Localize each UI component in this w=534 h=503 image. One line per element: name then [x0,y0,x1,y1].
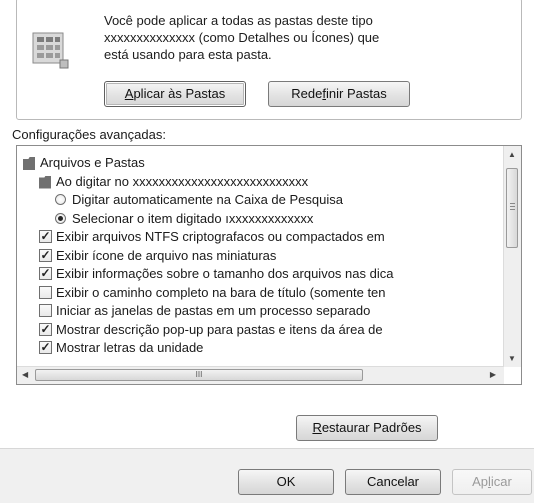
advanced-setting-label: Exibir ícone de arquivo nas miniaturas [56,247,277,263]
cancel-button[interactable]: Cancelar [345,469,441,495]
horizontal-scroll-thumb[interactable]: III [35,369,363,381]
scroll-up-arrow-icon[interactable]: ▲ [508,150,516,159]
advanced-setting-label: Digitar automaticamente na Caixa de Pesq… [72,192,343,207]
reset-folders-button[interactable]: Redefinir Pastas [268,81,410,107]
horizontal-scrollbar[interactable]: ◀ III ▶ [17,366,504,384]
advanced-setting-label: Selecionar o item digitado ıxxxxxxxxxxxx… [72,210,314,226]
ok-button[interactable]: OK [238,469,334,495]
folder-icon [23,157,35,170]
advanced-setting-item[interactable]: Iniciar as janelas de pastas em um proce… [17,302,503,320]
advanced-setting-label: Iniciar as janelas de pastas em um proce… [56,303,371,318]
apply-button[interactable]: Aplicar [452,469,532,495]
advanced-setting-label: Arquivos e Pastas [40,155,145,170]
description-line: está usando para esta pasta. [104,47,272,62]
advanced-setting-item: Ao digitar no xxxxxxxxxxxxxxxxxxxxxxxxxx… [17,173,503,191]
advanced-setting-item[interactable]: ✓ Exibir informações sobre o tamanho dos … [17,265,503,283]
advanced-setting-item[interactable]: ✓ Mostrar letras da unidade [17,339,503,357]
advanced-setting-item[interactable]: Selecionar o item digitado ıxxxxxxxxxxxx… [17,210,503,228]
folder-view-icon [32,32,69,69]
advanced-setting-item: Arquivos e Pastas [17,154,503,172]
scroll-down-arrow-icon[interactable]: ▼ [508,354,516,363]
scroll-left-arrow-icon[interactable]: ◀ [22,370,28,379]
checkbox[interactable] [39,304,52,317]
scroll-right-arrow-icon[interactable]: ▶ [490,370,496,379]
checkbox[interactable]: ✓ [39,322,52,336]
advanced-setting-item[interactable]: ✓ Exibir arquivos NTFS criptografacos ou … [17,228,503,246]
advanced-settings-list[interactable]: Arquivos e Pastas Ao digitar no xxxxxxxxx… [16,145,522,385]
advanced-setting-label: Exibir informações sobre o tamanho dos a… [56,266,394,281]
advanced-settings-label: Configurações avançadas: [12,127,166,142]
advanced-setting-label: Mostrar descrição pop-up para pastas e i… [56,321,383,337]
advanced-setting-item[interactable]: Digitar automaticamente na Caixa de Pesq… [17,191,503,209]
checkbox[interactable]: ✓ [39,230,52,243]
vertical-scrollbar[interactable]: ▲ ▼ [503,146,521,367]
restore-defaults-button[interactable]: Restaurar Padrões [296,415,438,441]
advanced-setting-item[interactable]: Exibir o caminho completo na bara de tít… [17,284,503,302]
checkbox[interactable] [39,285,52,299]
advanced-setting-item[interactable]: ✓ Mostrar descrição pop-up para pastas e … [17,321,503,339]
checkbox[interactable]: ✓ [39,267,52,280]
apply-to-folders-button[interactable]: Aplicar às Pastas [104,81,246,107]
advanced-setting-label: Ao digitar no xxxxxxxxxxxxxxxxxxxxxxxxxx… [56,173,309,189]
advanced-setting-label: Mostrar letras da unidade [56,340,204,355]
folder-view-description: Você pode aplicar a todas as pastas dest… [104,12,404,63]
checkbox[interactable]: ✓ [39,341,52,354]
radio-button[interactable] [55,194,66,205]
description-line: Você pode aplicar a todas as pastas dest… [104,13,373,28]
advanced-setting-label: Exibir arquivos NTFS criptografacos ou c… [56,229,385,244]
vertical-scroll-thumb[interactable] [506,168,518,248]
advanced-setting-label: Exibir o caminho completo na bara de tít… [56,284,386,300]
description-line: xxxxxxxxxxxxxx (como Detalhes ou Ícones)… [104,30,380,45]
radio-button[interactable] [55,212,66,224]
folder-icon [39,175,51,189]
advanced-setting-item[interactable]: ✓ Exibir ícone de arquivo nas miniaturas [17,247,503,265]
checkbox[interactable]: ✓ [39,248,52,262]
